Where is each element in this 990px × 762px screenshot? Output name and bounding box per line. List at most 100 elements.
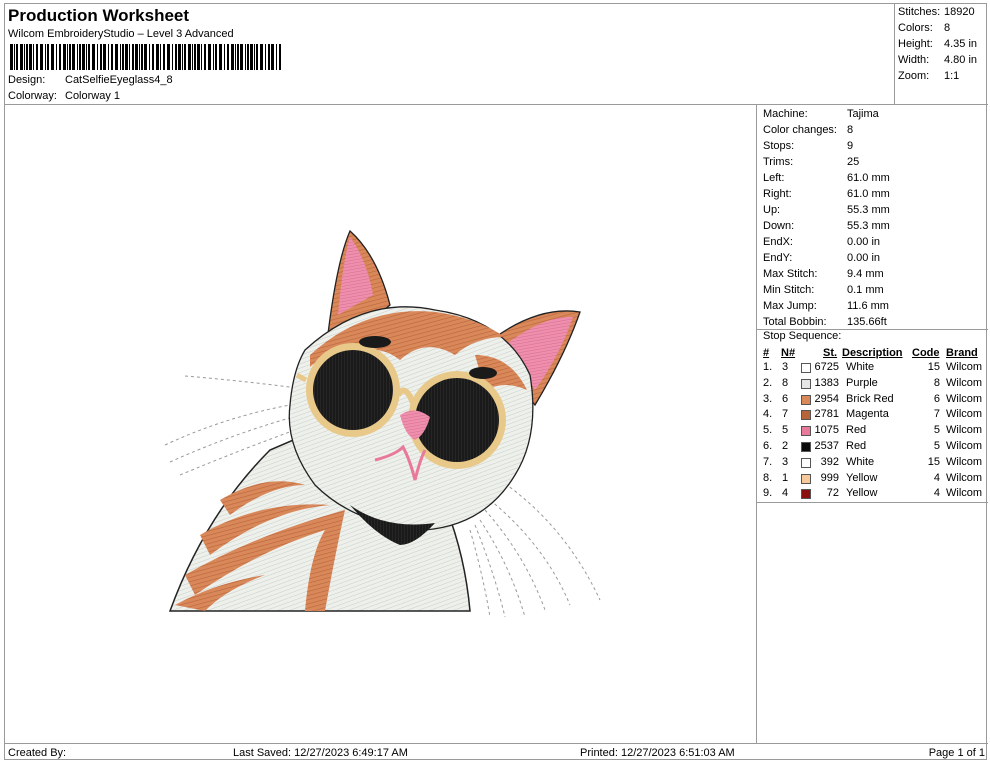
row-brand: Wilcom: [946, 471, 983, 484]
row-needle: 5: [782, 424, 789, 437]
stop-sequence-row: 5. 5 1075 Red 5 Wilcom: [757, 424, 988, 440]
row-brand: Wilcom: [946, 424, 983, 437]
design-summary: Stitches: 18920 Colors: 8 Height: 4.35 in W…: [895, 4, 988, 105]
info-label: Max Jump:: [763, 300, 817, 312]
info-row: EndY: 0.00 in: [763, 252, 880, 264]
color-swatch: [801, 457, 811, 468]
info-label: Machine:: [763, 108, 808, 120]
row-needle: 3: [782, 361, 789, 373]
row-stitches: 2954: [814, 392, 839, 405]
summary-row: Width: 4.80 in: [898, 54, 977, 66]
row-description: Red: [846, 424, 867, 437]
summary-value: 18920: [944, 6, 975, 18]
row-needle: 3: [782, 455, 789, 468]
summary-value: 4.35 in: [944, 38, 978, 50]
info-value: 55.3 mm: [847, 220, 890, 232]
info-label: Color changes:: [763, 124, 837, 136]
row-num: 5.: [763, 424, 773, 437]
row-needle: 7: [782, 408, 789, 421]
row-num: 4.: [763, 408, 773, 421]
row-stitches: 2781: [814, 408, 839, 421]
color-swatch: [801, 489, 811, 500]
row-brand: Wilcom: [946, 392, 983, 405]
row-num: 1.: [763, 361, 773, 373]
colorway-row: Colorway: Colorway 1: [8, 90, 120, 102]
col-description-header: Description: [842, 347, 903, 359]
info-row: Total Bobbin: 135.66ft: [763, 316, 887, 328]
summary-value: 4.80 in: [944, 54, 978, 66]
summary-label: Height:: [898, 38, 933, 50]
row-needle: 1: [782, 471, 789, 484]
info-value: 11.6 mm: [847, 300, 889, 312]
info-value: 9.4 mm: [847, 268, 884, 280]
summary-row: Colors: 8: [898, 22, 950, 34]
row-stitches: 1075: [814, 424, 839, 437]
info-row: Max Stitch: 9.4 mm: [763, 268, 884, 280]
summary-label: Colors:: [898, 22, 933, 34]
worksheet-header: Production Worksheet Wilcom EmbroiderySt…: [5, 4, 895, 105]
info-label: Left:: [763, 172, 785, 184]
info-label: Right:: [763, 188, 792, 200]
stop-sequence-title: Stop Sequence:: [763, 330, 842, 342]
row-description: White: [846, 455, 875, 468]
row-code: 15: [927, 361, 940, 373]
stop-sequence-row: 7. 3 392 White 15 Wilcom: [757, 456, 988, 472]
color-swatch: [801, 378, 811, 389]
info-value: 0.1 mm: [847, 284, 884, 296]
row-stitches: 6725: [814, 361, 839, 373]
row-needle: 8: [782, 376, 789, 389]
row-code: 15: [927, 455, 940, 468]
divider: [757, 502, 988, 503]
summary-row: Height: 4.35 in: [898, 38, 977, 50]
row-description: Magenta: [846, 408, 889, 421]
color-swatch: [801, 394, 811, 405]
stop-sequence-row: 3. 6 2954 Brick Red 6 Wilcom: [757, 393, 988, 409]
stop-sequence-row: 8. 1 999 Yellow 4 Wilcom: [757, 472, 988, 488]
row-code: 5: [933, 424, 940, 437]
design-label: Design:: [8, 74, 46, 86]
info-row: Max Jump: 11.6 mm: [763, 300, 889, 312]
row-code: 5: [933, 440, 940, 452]
row-num: 6.: [763, 440, 773, 452]
summary-value: 8: [944, 22, 951, 34]
info-row: Machine: Tajima: [763, 108, 879, 120]
colorway-value: Colorway 1: [65, 90, 121, 102]
colorway-label: Colorway:: [8, 90, 57, 102]
info-value: 55.3 mm: [847, 204, 890, 216]
info-row: Color changes: 8: [763, 124, 853, 136]
row-num: 7.: [763, 455, 773, 468]
info-label: Max Stitch:: [763, 268, 818, 280]
worksheet-footer: Created By: Last Saved: 12/27/2023 6:49:…: [5, 743, 988, 761]
row-code: 4: [933, 471, 940, 484]
stop-sequence-row: 4. 7 2781 Magenta 7 Wilcom: [757, 408, 988, 424]
barcode-image: [10, 44, 281, 70]
info-row: EndX: 0.00 in: [763, 236, 880, 248]
row-stitches: 2537: [814, 440, 839, 452]
row-stitches: 999: [820, 471, 839, 484]
info-value: 0.00 in: [847, 236, 881, 248]
row-code: 8: [933, 376, 940, 389]
printed-date: Printed: 12/27/2023 6:51:03 AM: [580, 747, 735, 759]
info-row: Trims: 25: [763, 156, 859, 168]
info-label: EndY:: [763, 252, 793, 264]
summary-label: Width:: [898, 54, 930, 66]
info-value: 61.0 mm: [847, 188, 890, 200]
color-swatch: [801, 473, 811, 484]
row-code: 7: [933, 408, 940, 421]
info-label: Stops:: [763, 140, 795, 152]
info-label: Down:: [763, 220, 795, 232]
summary-value: 1:1: [944, 70, 960, 82]
row-brand: Wilcom: [946, 487, 983, 500]
row-description: White: [846, 361, 875, 373]
info-value: 8: [847, 124, 854, 136]
cat-with-sunglasses-embroidery: [164, 229, 601, 618]
row-num: 9.: [763, 487, 773, 500]
col-brand-header: Brand: [946, 347, 978, 359]
info-value: 135.66ft: [847, 316, 887, 328]
stop-sequence-row: 6. 2 2537 Red 5 Wilcom: [757, 440, 988, 456]
row-brand: Wilcom: [946, 440, 983, 452]
row-needle: 2: [782, 440, 789, 452]
last-saved: Last Saved: 12/27/2023 6:49:17 AM: [233, 747, 408, 759]
info-value: 25: [847, 156, 860, 168]
info-label: Total Bobbin:: [763, 316, 827, 328]
